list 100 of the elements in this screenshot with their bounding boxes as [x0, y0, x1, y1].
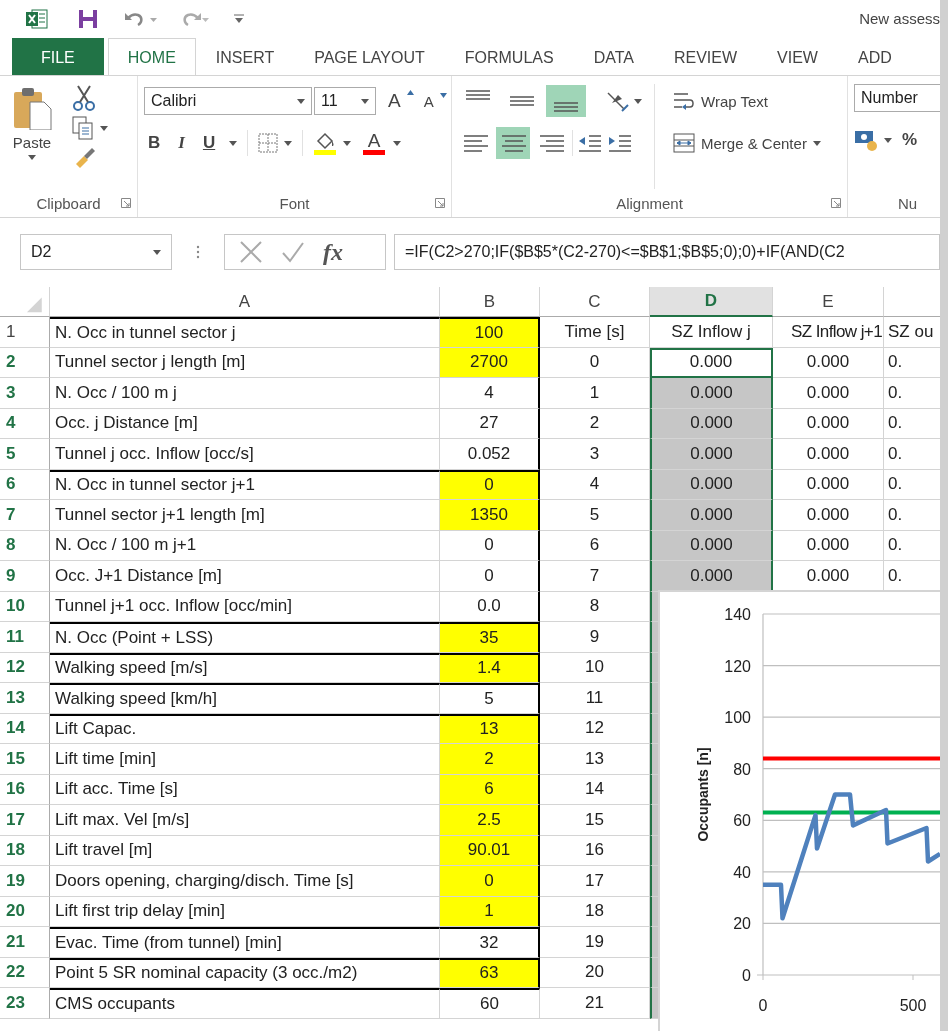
caret-icon[interactable]	[361, 98, 369, 104]
merge-center-button[interactable]: Merge & Center	[669, 126, 825, 160]
table-cell: 4	[440, 378, 540, 409]
percent-button[interactable]: %	[898, 128, 922, 152]
caret-icon[interactable]	[297, 98, 305, 104]
file-tab[interactable]: FILE	[12, 38, 104, 75]
table-cell: Doors opening, charging/disch. Time [s]	[50, 866, 440, 897]
row-header[interactable]: 19	[0, 866, 50, 897]
font-color-button[interactable]: A	[361, 131, 388, 155]
font-name-field[interactable]: Calibri	[144, 87, 312, 115]
table-cell: 0.000	[773, 530, 884, 561]
insert-function-button[interactable]: fx	[323, 238, 343, 266]
caret-icon[interactable]	[393, 140, 402, 146]
table-cell: 0.000	[773, 439, 884, 470]
formula-field[interactable]: =IF(C2>270;IF($B$5*(C2-270)<=$B$1;$B$5;0);0)+IF(AND(C2	[394, 234, 940, 270]
table-cell: 1350	[440, 500, 540, 531]
row-header[interactable]: 21	[0, 927, 50, 958]
paste-button[interactable]: Paste	[6, 84, 58, 189]
dialog-launcher-icon[interactable]	[121, 198, 131, 208]
row-header[interactable]: 13	[0, 683, 50, 714]
y-tick-label: 100	[724, 709, 751, 727]
enter-check-icon[interactable]	[281, 240, 305, 264]
ribbon-tab[interactable]: REVIEW	[653, 38, 758, 75]
row-header[interactable]: 15	[0, 744, 50, 775]
caret-icon[interactable]	[812, 140, 821, 146]
currency-icon[interactable]	[854, 129, 878, 151]
row-header[interactable]: 1	[0, 317, 50, 348]
table-cell: CMS occupants	[50, 988, 440, 1019]
row-header[interactable]: 16	[0, 774, 50, 805]
more-options-icon[interactable]	[196, 245, 200, 259]
table-cell: 0.000	[773, 378, 884, 409]
column-header[interactable]: E	[773, 287, 884, 317]
group-label: Nu	[897, 194, 918, 212]
column-header[interactable]: A	[50, 287, 440, 317]
row-header[interactable]: 9	[0, 561, 50, 592]
ribbon-tab[interactable]: VIEW	[757, 38, 838, 75]
row-header[interactable]: 20	[0, 896, 50, 927]
shrink-font-button[interactable]: A	[419, 90, 451, 112]
group-label: Clipboard	[36, 194, 101, 212]
fill-color-icon[interactable]	[313, 131, 338, 155]
name-box[interactable]: D2	[20, 234, 172, 270]
table-cell: SZ Inflow j+1	[773, 317, 884, 348]
wrap-text-button[interactable]: Wrap Text	[669, 84, 825, 118]
row-header[interactable]: 10	[0, 591, 50, 622]
caret-icon[interactable]	[153, 249, 161, 255]
number-format-field[interactable]: Number	[854, 84, 940, 112]
caret-icon[interactable]	[100, 125, 108, 131]
caret-icon[interactable]	[28, 155, 36, 160]
column-header[interactable]: C	[540, 287, 650, 317]
column-header[interactable]: B	[440, 287, 540, 317]
row-header[interactable]: 5	[0, 439, 50, 470]
copy-icon[interactable]	[72, 116, 94, 140]
row-header[interactable]: 17	[0, 805, 50, 836]
scissors-icon[interactable]	[72, 84, 96, 112]
row-header[interactable]: 18	[0, 835, 50, 866]
underline-button[interactable]: U	[198, 131, 220, 155]
customize-toolbar-icon[interactable]	[234, 14, 244, 24]
excel-logo-icon[interactable]	[26, 9, 48, 29]
ribbon-tab[interactable]: PAGE LAYOUT	[294, 38, 445, 75]
table-cell: Time [s]	[540, 317, 650, 348]
column-header[interactable]: D	[650, 287, 773, 317]
center-button[interactable]	[496, 127, 530, 159]
row-header[interactable]: 8	[0, 530, 50, 561]
number-format: Number	[861, 89, 918, 107]
ribbon-tab[interactable]: ADD	[837, 38, 912, 75]
text-angle-icon[interactable]	[604, 89, 630, 113]
increase-indent-icon[interactable]	[607, 132, 633, 154]
caret-icon[interactable]	[884, 137, 892, 143]
row-header[interactable]: 4	[0, 408, 50, 439]
grow-font-button[interactable]: A	[384, 88, 418, 114]
row-header[interactable]: 22	[0, 957, 50, 988]
dialog-launcher-icon[interactable]	[831, 198, 841, 208]
middle-align-icon	[510, 96, 534, 106]
bold-button[interactable]: B	[144, 131, 165, 155]
table-cell: 1.4	[440, 652, 540, 683]
row-header[interactable]: 2	[0, 347, 50, 378]
caret-icon[interactable]	[284, 140, 293, 146]
dialog-launcher-icon[interactable]	[435, 198, 445, 208]
row-header[interactable]: 11	[0, 622, 50, 653]
ribbon-tab[interactable]: INSERT	[195, 38, 295, 75]
row-header[interactable]: 14	[0, 713, 50, 744]
italic-button[interactable]: I	[174, 131, 189, 155]
caret-icon[interactable]	[343, 140, 352, 146]
decrease-indent-icon[interactable]	[577, 132, 603, 154]
caret-icon[interactable]	[229, 140, 238, 146]
row-header[interactable]: 7	[0, 500, 50, 531]
bottom-align-button[interactable]	[546, 85, 586, 117]
row-header[interactable]: 6	[0, 469, 50, 500]
table-cell: 0.	[884, 469, 940, 500]
table-cell: 2.5	[440, 805, 540, 836]
ribbon-tab[interactable]: FORMULAS	[444, 38, 574, 75]
caret-icon[interactable]	[634, 98, 642, 104]
row-header[interactable]: 23	[0, 988, 50, 1019]
table-cell: N. Occ / 100 m j	[50, 378, 440, 409]
row-header[interactable]: 3	[0, 378, 50, 409]
y-tick-label: 80	[733, 760, 751, 778]
ribbon-tab[interactable]: DATA	[573, 38, 654, 75]
font-size-field[interactable]: 11	[314, 87, 376, 115]
row-header[interactable]: 12	[0, 652, 50, 683]
ribbon-tab[interactable]: HOME	[107, 38, 196, 75]
